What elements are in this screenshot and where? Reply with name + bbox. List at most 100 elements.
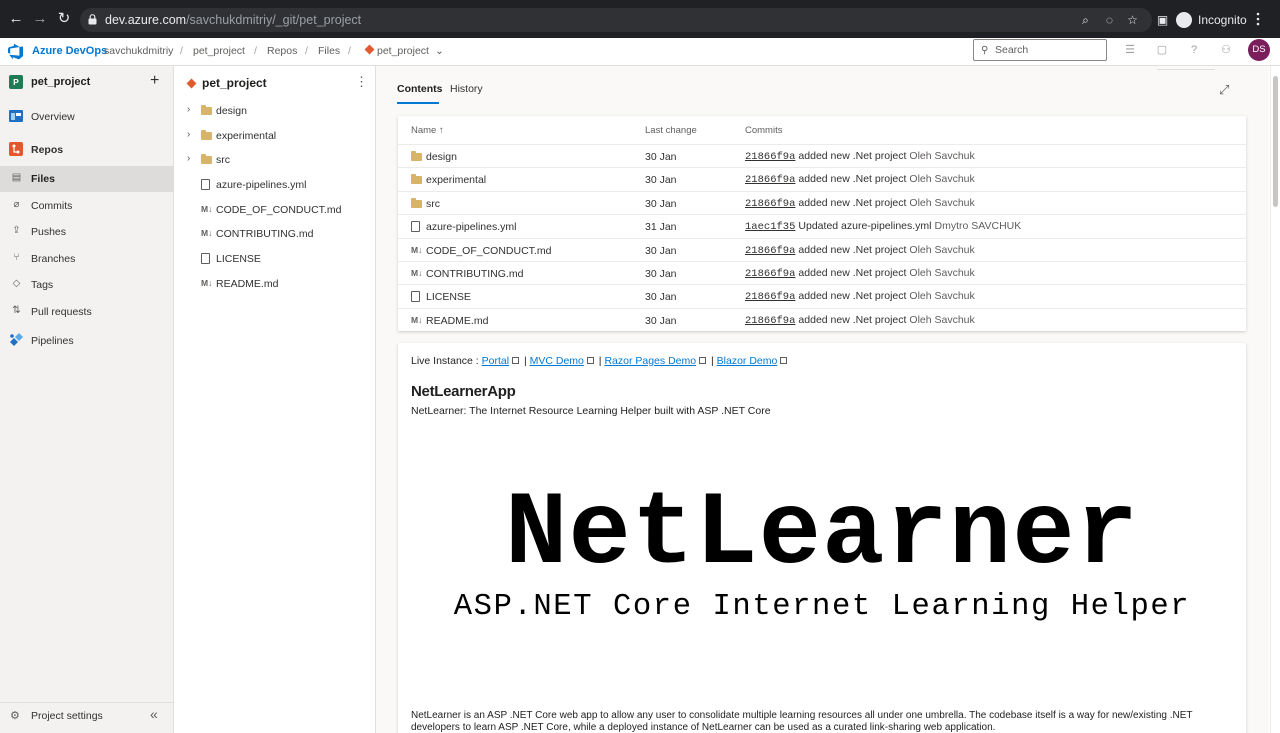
scrollbar[interactable] xyxy=(1270,66,1280,733)
commit-link[interactable]: 21866f9a xyxy=(745,245,795,257)
commit-link[interactable]: 1aec1f35 xyxy=(745,221,795,233)
forward-icon[interactable]: → xyxy=(32,11,48,27)
brand-label[interactable]: Azure DevOps xyxy=(32,45,107,57)
browser-toolbar: ← → ↻ dev.azure.com/savchukdmitriy/_git/… xyxy=(0,0,1280,38)
tab-history[interactable]: History xyxy=(450,83,483,95)
project-name[interactable]: pet_project xyxy=(31,76,90,88)
external-link-icon xyxy=(586,357,594,364)
tree-item-readme[interactable]: M↓ README.md xyxy=(175,273,376,295)
commit-link[interactable]: 21866f9a xyxy=(745,291,795,303)
column-header-name[interactable]: Name ↑ xyxy=(411,125,444,136)
repo-selector[interactable]: pet_project ⌄ xyxy=(364,44,444,57)
tree-repo-title[interactable]: pet_project xyxy=(202,76,267,90)
marketplace-icon[interactable]: ▢ xyxy=(1156,44,1168,56)
fullscreen-icon[interactable]: ⤢ xyxy=(1219,82,1229,98)
address-bar[interactable]: dev.azure.com/savchukdmitriy/_git/pet_pr… xyxy=(80,8,1152,32)
project-settings[interactable]: ⚙ Project settings « xyxy=(0,702,174,726)
chevron-right-icon[interactable]: › xyxy=(187,153,190,164)
repo-icon xyxy=(364,44,375,55)
repo-name: pet_project xyxy=(377,45,429,57)
repo-icon xyxy=(186,78,197,89)
commit-link[interactable]: 21866f9a xyxy=(745,151,795,163)
breadcrumb-page[interactable]: Files xyxy=(318,45,340,57)
sidebar-item-branches[interactable]: ⑂ Branches xyxy=(0,246,174,272)
reload-icon[interactable]: ↻ xyxy=(56,11,72,27)
chevron-right-icon[interactable]: › xyxy=(187,129,190,140)
work-items-icon[interactable]: ☰ xyxy=(1124,44,1136,56)
tree-item-experimental[interactable]: › experimental xyxy=(175,125,376,147)
star-icon[interactable]: ☆ xyxy=(1126,14,1139,27)
table-row[interactable]: M↓ CODE_OF_CONDUCT.md 30 Jan 21866f9a add… xyxy=(398,237,1246,261)
table-row[interactable]: LICENSE 30 Jan 21866f9a added new .Net pr… xyxy=(398,284,1246,307)
table-row[interactable]: design 30 Jan 21866f9a added new .Net pro… xyxy=(398,144,1246,167)
readme-title: NetLearnerApp xyxy=(411,383,516,400)
breadcrumb-section[interactable]: Repos xyxy=(267,45,297,57)
file-name[interactable]: LICENSE xyxy=(426,291,471,303)
breadcrumb-org[interactable]: savchukdmitriy xyxy=(104,45,173,57)
table-row[interactable]: src 30 Jan 21866f9a added new .Net projec… xyxy=(398,190,1246,214)
file-name[interactable]: CODE_OF_CONDUCT.md xyxy=(426,245,551,257)
chevron-down-icon: ⌄ xyxy=(434,45,444,57)
user-settings-icon[interactable]: ⚇ xyxy=(1220,44,1232,56)
folder-icon xyxy=(411,174,423,185)
eye-off-icon[interactable]: ◌ xyxy=(1103,14,1116,27)
sidebar-item-pull-requests[interactable]: ⇅ Pull requests xyxy=(0,299,174,325)
file-name[interactable]: src xyxy=(426,198,440,210)
sidebar-item-pushes[interactable]: ⇪ Pushes xyxy=(0,219,174,245)
sidebar-item-files[interactable]: ▤ Files xyxy=(0,166,174,192)
portal-link[interactable]: Portal xyxy=(482,355,509,367)
sidebar-item-overview[interactable]: Overview xyxy=(0,104,174,130)
file-name[interactable]: azure-pipelines.yml xyxy=(426,221,516,233)
add-icon[interactable]: + xyxy=(150,72,159,90)
chevron-right-icon[interactable]: › xyxy=(187,104,190,115)
table-row[interactable]: M↓ README.md 30 Jan 21866f9a added new .N… xyxy=(398,307,1246,331)
sidebar-item-repos[interactable]: Repos xyxy=(0,137,174,163)
breadcrumb-project[interactable]: pet_project xyxy=(193,45,245,57)
markdown-icon: M↓ xyxy=(201,228,213,238)
tree-item-azure-pipelines[interactable]: azure-pipelines.yml xyxy=(175,174,376,196)
commit-link[interactable]: 21866f9a xyxy=(745,315,795,327)
blazor-demo-link[interactable]: Blazor Demo xyxy=(717,355,778,367)
zoom-icon[interactable]: ⌕ xyxy=(1079,14,1092,27)
file-icon xyxy=(201,253,213,264)
file-name[interactable]: CONTRIBUTING.md xyxy=(426,268,523,280)
search-input[interactable]: ⚲ Search xyxy=(973,39,1107,61)
markdown-icon: M↓ xyxy=(411,244,423,255)
main-content: Contents History ⤢ Name ↑ Last change Co… xyxy=(376,66,1269,733)
tree-item-license[interactable]: LICENSE xyxy=(175,248,376,270)
incognito-badge[interactable]: Incognito xyxy=(1176,10,1247,30)
table-row[interactable]: azure-pipelines.yml 31 Jan 1aec1f35 Updat… xyxy=(398,214,1246,237)
tree-item-design[interactable]: › design xyxy=(175,100,376,122)
commit-link[interactable]: 21866f9a xyxy=(745,198,795,210)
back-icon[interactable]: ← xyxy=(8,11,24,27)
tree-item-src[interactable]: › src xyxy=(175,149,376,171)
scrollbar-thumb[interactable] xyxy=(1273,76,1278,207)
collapse-icon[interactable]: « xyxy=(150,706,158,722)
column-header-last-change: Last change xyxy=(645,125,697,136)
mvc-demo-link[interactable]: MVC Demo xyxy=(530,355,584,367)
table-row[interactable]: experimental 30 Jan 21866f9a added new .N… xyxy=(398,167,1246,190)
more-options-icon[interactable]: ⋮ xyxy=(355,74,368,90)
browser-menu-icon[interactable] xyxy=(1256,12,1260,26)
commit-link[interactable]: 21866f9a xyxy=(745,174,795,186)
sidebar-item-commits[interactable]: ⌀ Commits xyxy=(0,193,174,219)
sidebar-item-pipelines[interactable]: Pipelines xyxy=(0,328,174,354)
help-icon[interactable]: ? xyxy=(1188,44,1200,56)
commit-link[interactable]: 21866f9a xyxy=(745,268,795,280)
razor-pages-demo-link[interactable]: Razor Pages Demo xyxy=(604,355,696,367)
repos-icon xyxy=(9,142,23,156)
file-name[interactable]: README.md xyxy=(426,315,488,327)
sidebar-item-tags[interactable]: ◇ Tags xyxy=(0,272,174,298)
file-name[interactable]: experimental xyxy=(426,174,486,186)
file-name[interactable]: design xyxy=(426,151,457,163)
tree-item-code-of-conduct[interactable]: M↓ CODE_OF_CONDUCT.md xyxy=(175,199,376,221)
table-row[interactable]: M↓ CONTRIBUTING.md 30 Jan 21866f9a added … xyxy=(398,261,1246,284)
avatar[interactable]: DS xyxy=(1248,39,1270,61)
tab-contents[interactable]: Contents xyxy=(397,83,443,95)
tree-item-contributing[interactable]: M↓ CONTRIBUTING.md xyxy=(175,223,376,245)
left-navigation: P pet_project + Overview Repos ▤ Files ⌀… xyxy=(0,66,174,733)
sidepanel-icon[interactable]: ▣ xyxy=(1156,14,1169,27)
folder-icon xyxy=(411,197,423,209)
push-icon: ⇪ xyxy=(12,225,21,236)
azure-devops-logo-icon[interactable] xyxy=(8,43,25,60)
